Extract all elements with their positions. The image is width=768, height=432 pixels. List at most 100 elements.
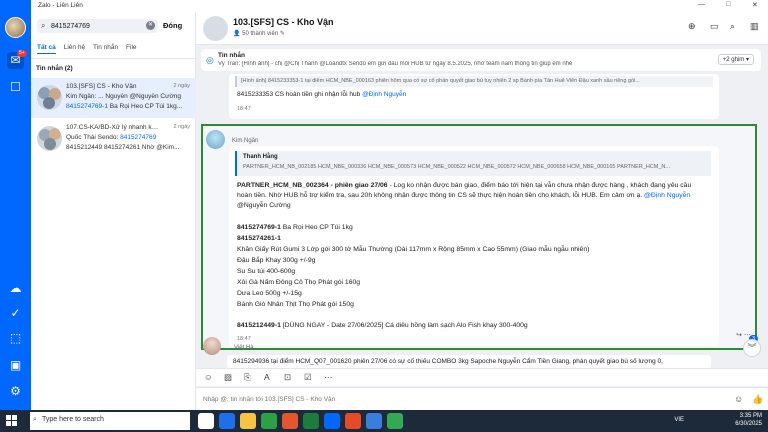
more-pins-button[interactable]: +2 ghim ▾ — [717, 54, 754, 65]
message-row: Việt Hà 8415294936 tại điểm HCM_Q07_0016… — [201, 337, 741, 369]
composer: ☺ 👍 — [196, 387, 768, 410]
video-call-icon[interactable]: ▭ — [710, 21, 719, 32]
quoted-text: PARTNER_HCM_NB_002185 HCM_NBE_000336 HCM… — [243, 164, 670, 170]
conversation-preview-2: 8415274769-1 Ba Rọi Heo CP Túi 1kg... — [66, 103, 183, 110]
taskbar-app-icon[interactable] — [387, 413, 403, 429]
quoted-reply[interactable]: [Hình ảnh] 8415233353-1 tại điểm HCM_NBE… — [235, 76, 713, 87]
tab-messages[interactable]: Tin nhắn — [93, 44, 118, 51]
taskbar-app-icon[interactable] — [324, 413, 340, 429]
zalo-window: Zalo - Liên Liên — □ ✕ ✉ 5+ ☐ ☁ ✓ ⬚ ▣ ⚙ … — [0, 0, 768, 410]
tab-all[interactable]: Tất cả — [37, 44, 56, 54]
sender-avatar[interactable] — [203, 337, 221, 355]
member-count[interactable]: 👤 50 thành viên ✎ — [233, 30, 285, 37]
pinned-text: Vy Trần: [Hình ảnh] - chị @Chị Thanh @Lo… — [218, 61, 573, 67]
task-icon[interactable]: ☑ — [304, 372, 312, 383]
clock-time: 3:35 PM — [739, 413, 762, 419]
info-panel-icon[interactable]: ▥ — [750, 21, 759, 32]
search-icon: ⌕ — [33, 416, 37, 423]
message-line: Su Su túi 400-600g — [237, 268, 296, 275]
maximize-icon[interactable]: □ — [726, 1, 730, 8]
briefcase-icon[interactable]: ▣ — [7, 357, 24, 374]
screenshot-icon[interactable]: ⬚ — [7, 330, 24, 347]
message-line: Xôi Gà Nấm Đông Cô Thọ Phát gói 160g — [237, 279, 361, 286]
clock-date: 6/30/2025 — [735, 421, 762, 427]
close-window-icon[interactable]: ✕ — [752, 1, 758, 9]
sender-name: Kim Ngân — [232, 138, 259, 144]
search-tabs: Tất cả Liên hệ Tin nhắn File — [37, 44, 143, 56]
format-icon[interactable]: A — [264, 372, 270, 382]
contacts-icon[interactable]: ☐ — [7, 79, 24, 96]
conversation-name: 107.CS-KA/BD-Xử lý nhanh khiếu ... — [66, 124, 161, 131]
mention-link[interactable]: @Nguyễn Cường — [237, 202, 291, 209]
message-line: Dưa Leo 500g +/-15g — [237, 290, 302, 297]
conversation-item[interactable]: 107.CS-KA/BD-Xử lý nhanh khiếu ... 2 ngà… — [31, 119, 196, 159]
mention-link[interactable]: @Định Nguyễn — [644, 192, 690, 199]
like-icon[interactable]: 👍 — [752, 394, 763, 405]
divider — [31, 58, 196, 59]
system-clock[interactable]: 3:35 PM 6/30/2025 — [735, 412, 762, 428]
unread-badge: 5+ — [17, 50, 27, 57]
chat-panel: 103.[SFS] CS - Kho Vận 👤 50 thành viên ✎… — [196, 12, 768, 410]
message-time: 18:47 — [237, 106, 251, 112]
clear-search-icon[interactable]: ✕ — [146, 21, 155, 30]
message-line: 8415274769-1 Ba Rọi Heo CP Túi 1kg — [237, 224, 353, 231]
conversation-time: 2 ngày — [173, 124, 190, 130]
sender-avatar[interactable] — [206, 130, 225, 149]
close-search-button[interactable]: Đóng — [163, 21, 182, 30]
emoji-icon[interactable]: ☺ — [734, 394, 743, 404]
search-box: ⌕ ✕ — [37, 19, 158, 33]
conversation-preview: Kim Ngân: ... Nguyễn @Nguyễn Cường — [66, 93, 181, 100]
minimize-icon[interactable]: — — [698, 1, 705, 8]
conversation-preview-2: 8415212449 8415274261 Nhờ @Kim... — [66, 144, 180, 151]
message-line: Bánh Giò Nhân Thịt Thọ Phát gói 150g — [237, 301, 354, 308]
mention-link[interactable]: @Định Nguyễn — [362, 91, 406, 98]
message-text: 8415233353 CS hoàn tiền ghi nhận lỗi hub… — [237, 91, 407, 98]
settings-icon[interactable]: ⚙ — [7, 383, 24, 400]
conversation-name: 103.[SFS] CS - Kho Vận — [66, 83, 137, 90]
taskbar-app-icon[interactable] — [198, 413, 214, 429]
conversation-item[interactable]: 103.[SFS] CS - Kho Vận 2 ngày Kim Ngân: … — [31, 78, 196, 118]
message-line: 8415212449-1 [DÙNG NGAY - Date 27/06/202… — [237, 322, 528, 329]
window-title: Zalo - Liên Liên — [38, 2, 83, 9]
message-input[interactable] — [203, 393, 703, 406]
tab-contacts[interactable]: Liên hệ — [64, 44, 85, 51]
user-avatar[interactable] — [5, 17, 26, 38]
capture-icon[interactable]: ⊡ — [284, 372, 291, 383]
sender-name: Việt Hà — [234, 345, 254, 351]
taskbar-app-icon[interactable] — [366, 413, 382, 429]
taskbar-search[interactable]: ⌕ Type here to search — [30, 412, 190, 430]
chat-title[interactable]: 103.[SFS] CS - Kho Vận — [233, 17, 334, 27]
tab-files[interactable]: File — [126, 44, 136, 51]
message-line: PARTNER_HCM_NB_002364 - phiên giao 27/06… — [237, 182, 692, 189]
taskbar-app-icon[interactable] — [219, 413, 235, 429]
taskbar-app-icon[interactable] — [261, 413, 277, 429]
taskbar-app-icon[interactable] — [282, 413, 298, 429]
cloud-icon[interactable]: ☁ — [7, 280, 24, 297]
todo-icon[interactable]: ✓ — [7, 305, 24, 322]
pinned-message[interactable]: ◎ Tin nhắn Vy Trần: [Hình ảnh] - chị @Ch… — [201, 49, 761, 71]
attach-icon[interactable]: ⎘ — [244, 372, 251, 383]
quoted-reply[interactable]: Thanh Hằng PARTNER_HCM_NB_002185 HCM_NBE… — [235, 151, 711, 176]
group-avatar — [37, 126, 62, 151]
group-avatar[interactable] — [203, 16, 228, 41]
message-bubble: Thanh Hằng PARTNER_HCM_NB_002185 HCM_NBE… — [229, 146, 719, 346]
windows-start-icon[interactable] — [6, 415, 18, 427]
windows-taskbar: ⌕ Type here to search VIE 3:35 PM 6/30/2… — [0, 410, 768, 432]
taskbar-search-text: Type here to search — [42, 416, 104, 423]
scroll-down-icon[interactable]: ︾ — [743, 339, 761, 357]
add-member-icon[interactable]: ⊕ — [688, 21, 696, 32]
more-tools-icon[interactable]: ⋯ — [324, 372, 333, 383]
message-line: 8415274261-1 — [237, 235, 281, 242]
section-title: Tin nhắn (2) — [36, 65, 73, 72]
image-icon[interactable]: ▨ — [224, 372, 232, 383]
taskbar-app-icon[interactable] — [303, 413, 319, 429]
group-avatar — [37, 85, 62, 110]
taskbar-app-icon[interactable] — [345, 413, 361, 429]
input-language[interactable]: VIE — [674, 417, 684, 423]
search-input[interactable] — [51, 20, 146, 32]
search-icon: ⌕ — [41, 21, 46, 30]
sticker-icon[interactable]: ☺ — [204, 372, 213, 382]
nav-rail: ✉ 5+ ☐ ☁ ✓ ⬚ ▣ ⚙ — [0, 0, 31, 410]
taskbar-app-icon[interactable] — [240, 413, 256, 429]
search-chat-icon[interactable]: ⌕ — [730, 21, 735, 32]
